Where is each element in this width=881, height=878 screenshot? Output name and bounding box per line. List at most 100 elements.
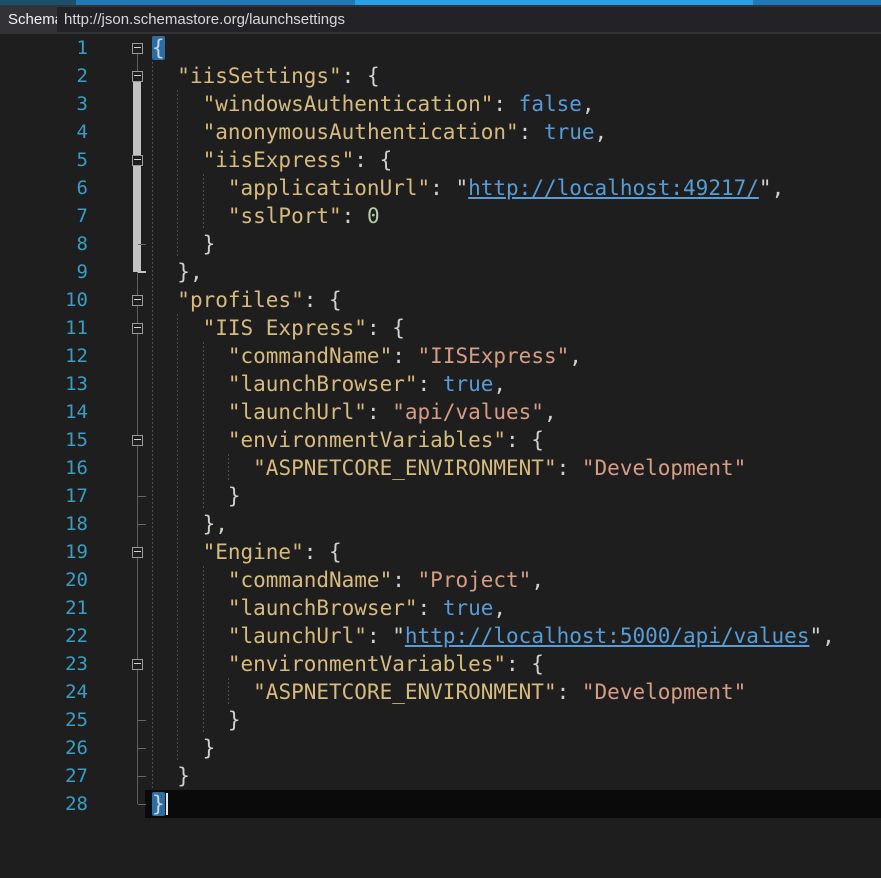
- fold-collapse-button[interactable]: [132, 43, 143, 54]
- line-number[interactable]: 22: [0, 622, 88, 650]
- code-text[interactable]: "environmentVariables": {: [152, 426, 544, 454]
- code-text[interactable]: },: [152, 258, 202, 286]
- line-number[interactable]: 1: [0, 34, 88, 62]
- line-number[interactable]: 13: [0, 370, 88, 398]
- code-text[interactable]: "commandName": "IISExpress",: [152, 342, 582, 370]
- code-text[interactable]: "commandName": "Project",: [152, 566, 544, 594]
- code-line[interactable]: 18 },: [0, 510, 881, 538]
- line-number[interactable]: 27: [0, 762, 88, 790]
- code-text[interactable]: }: [152, 790, 165, 818]
- code-text[interactable]: "applicationUrl": "http://localhost:4921…: [152, 174, 784, 202]
- line-number[interactable]: 15: [0, 426, 88, 454]
- line-number[interactable]: 20: [0, 566, 88, 594]
- schema-combobox[interactable]: http://json.schemastore.org/launchsettin…: [57, 7, 881, 32]
- code-line[interactable]: 21 "launchBrowser": true,: [0, 594, 881, 622]
- code-text[interactable]: }: [152, 482, 241, 510]
- code-text[interactable]: "ASPNETCORE_ENVIRONMENT": "Development": [152, 678, 746, 706]
- line-number[interactable]: 5: [0, 146, 88, 174]
- code-text[interactable]: "iisExpress": {: [152, 146, 393, 174]
- code-text[interactable]: }: [152, 230, 216, 258]
- line-number[interactable]: 17: [0, 482, 88, 510]
- code-line[interactable]: 8 }: [0, 230, 881, 258]
- code-text[interactable]: "windowsAuthentication": false,: [152, 90, 595, 118]
- code-text[interactable]: "launchUrl": "http://localhost:5000/api/…: [152, 622, 835, 650]
- line-number[interactable]: 21: [0, 594, 88, 622]
- line-number[interactable]: 9: [0, 258, 88, 286]
- code-line[interactable]: 11 "IIS Express": {: [0, 314, 881, 342]
- code-text[interactable]: "IIS Express": {: [152, 314, 405, 342]
- code-line[interactable]: 25 }: [0, 706, 881, 734]
- code-text[interactable]: {: [152, 34, 165, 62]
- code-text[interactable]: "launchUrl": "api/values",: [152, 398, 557, 426]
- code-line[interactable]: 15 "environmentVariables": {: [0, 426, 881, 454]
- code-line[interactable]: 1{: [0, 34, 881, 62]
- fold-collapse-button[interactable]: [132, 155, 143, 166]
- line-number[interactable]: 12: [0, 342, 88, 370]
- line-number[interactable]: 8: [0, 230, 88, 258]
- line-number[interactable]: 2: [0, 62, 88, 90]
- code-text[interactable]: },: [152, 510, 228, 538]
- vs-json-editor-window: Schema: http://json.schemastore.org/laun…: [0, 0, 881, 878]
- code-text[interactable]: "launchBrowser": true,: [152, 594, 506, 622]
- code-text[interactable]: }: [152, 734, 216, 762]
- line-number[interactable]: 28: [0, 790, 88, 818]
- line-number[interactable]: 25: [0, 706, 88, 734]
- line-number[interactable]: 7: [0, 202, 88, 230]
- code-line[interactable]: 7 "sslPort": 0: [0, 202, 881, 230]
- schema-url-text: http://json.schemastore.org/launchsettin…: [64, 11, 345, 28]
- fold-collapse-button[interactable]: [132, 659, 143, 670]
- code-line[interactable]: 26 }: [0, 734, 881, 762]
- code-line[interactable]: 5 "iisExpress": {: [0, 146, 881, 174]
- code-text[interactable]: "iisSettings": {: [152, 62, 379, 90]
- code-line[interactable]: 10 "profiles": {: [0, 286, 881, 314]
- fold-region-bar: [133, 230, 141, 244]
- fold-region-end: [138, 748, 146, 749]
- code-line[interactable]: 9 },: [0, 258, 881, 286]
- code-text[interactable]: "launchBrowser": true,: [152, 370, 506, 398]
- code-text[interactable]: "ASPNETCORE_ENVIRONMENT": "Development": [152, 454, 746, 482]
- line-number[interactable]: 16: [0, 454, 88, 482]
- code-text[interactable]: }: [152, 762, 190, 790]
- code-line[interactable]: 24 "ASPNETCORE_ENVIRONMENT": "Developmen…: [0, 678, 881, 706]
- line-number[interactable]: 19: [0, 538, 88, 566]
- fold-collapse-button[interactable]: [132, 435, 143, 446]
- code-text[interactable]: "sslPort": 0: [152, 202, 380, 230]
- line-number[interactable]: 24: [0, 678, 88, 706]
- fold-collapse-button[interactable]: [132, 295, 143, 306]
- fold-collapse-button[interactable]: [132, 547, 143, 558]
- code-text[interactable]: "Engine": {: [152, 538, 342, 566]
- code-line[interactable]: 22 "launchUrl": "http://localhost:5000/a…: [0, 622, 881, 650]
- fold-region-end: [138, 720, 146, 721]
- line-number[interactable]: 23: [0, 650, 88, 678]
- code-line[interactable]: 19 "Engine": {: [0, 538, 881, 566]
- code-editor[interactable]: 1{2 "iisSettings": {3 "windowsAuthentica…: [0, 34, 881, 878]
- line-number[interactable]: 26: [0, 734, 88, 762]
- code-line[interactable]: 4 "anonymousAuthentication": true,: [0, 118, 881, 146]
- code-line[interactable]: 28}: [0, 790, 881, 818]
- line-number[interactable]: 4: [0, 118, 88, 146]
- code-line[interactable]: 2 "iisSettings": {: [0, 62, 881, 90]
- line-number[interactable]: 10: [0, 286, 88, 314]
- line-number[interactable]: 6: [0, 174, 88, 202]
- line-number[interactable]: 18: [0, 510, 88, 538]
- code-text[interactable]: "anonymousAuthentication": true,: [152, 118, 608, 146]
- line-number[interactable]: 3: [0, 90, 88, 118]
- code-line[interactable]: 23 "environmentVariables": {: [0, 650, 881, 678]
- line-number[interactable]: 11: [0, 314, 88, 342]
- code-line[interactable]: 13 "launchBrowser": true,: [0, 370, 881, 398]
- code-text[interactable]: "profiles": {: [152, 286, 341, 314]
- code-line[interactable]: 27 }: [0, 762, 881, 790]
- code-line[interactable]: 16 "ASPNETCORE_ENVIRONMENT": "Developmen…: [0, 454, 881, 482]
- code-line[interactable]: 12 "commandName": "IISExpress",: [0, 342, 881, 370]
- code-line[interactable]: 3 "windowsAuthentication": false,: [0, 90, 881, 118]
- code-line[interactable]: 6 "applicationUrl": "http://localhost:49…: [0, 174, 881, 202]
- code-text[interactable]: }: [152, 706, 241, 734]
- line-number[interactable]: 14: [0, 398, 88, 426]
- code-line[interactable]: 17 }: [0, 482, 881, 510]
- fold-region-bar: [133, 90, 141, 104]
- fold-collapse-button[interactable]: [132, 71, 143, 82]
- code-line[interactable]: 20 "commandName": "Project",: [0, 566, 881, 594]
- code-line[interactable]: 14 "launchUrl": "api/values",: [0, 398, 881, 426]
- code-text[interactable]: "environmentVariables": {: [152, 650, 544, 678]
- fold-collapse-button[interactable]: [132, 323, 143, 334]
